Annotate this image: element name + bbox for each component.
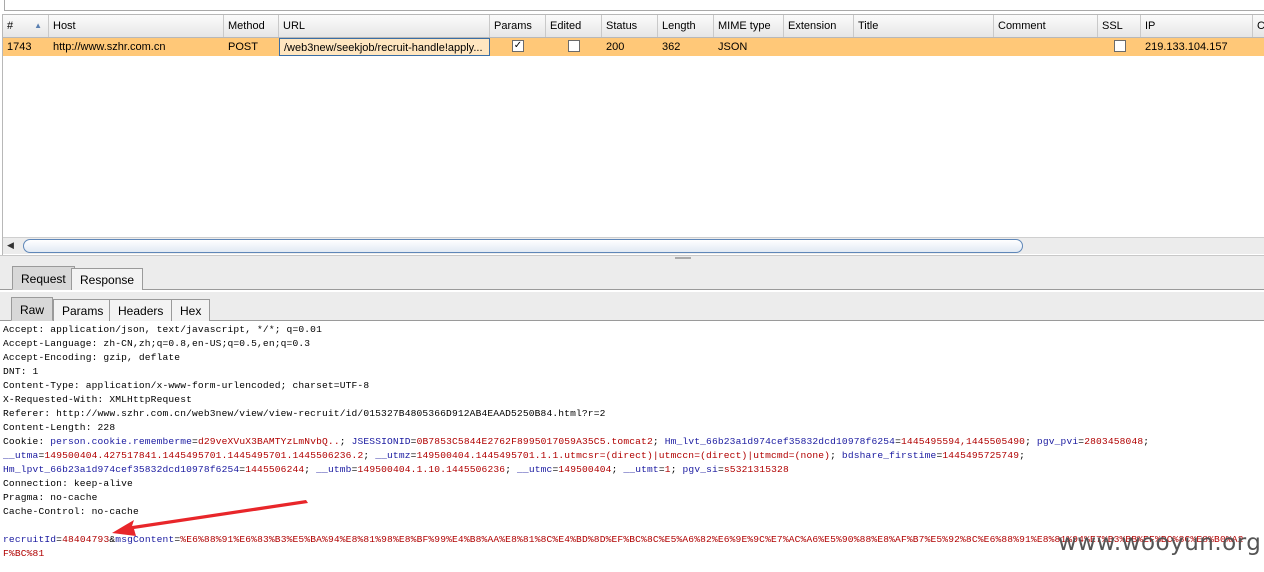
- cookie-key: person.cookie.rememberme: [50, 436, 193, 447]
- body-param-key: recruitId: [3, 534, 57, 545]
- column-header-title[interactable]: Title: [854, 15, 994, 37]
- cookie-key: Hm_lvt_66b23a1d974cef35832dcd10978f6254: [664, 436, 896, 447]
- header-dnt: DNT: 1: [3, 366, 39, 377]
- row-length: 362: [662, 41, 681, 53]
- cookie-value: 1445506244: [245, 464, 305, 475]
- column-header-cookies[interactable]: Co: [1253, 15, 1264, 37]
- divider-grip-icon: [675, 257, 691, 259]
- cookie-key: __utmc: [517, 464, 553, 475]
- row-extension: [784, 38, 854, 56]
- message-tabs: Request Response: [0, 262, 1264, 290]
- header-accept-encoding: Accept-Encoding: gzip, deflate: [3, 352, 181, 363]
- watermark: www.wooyun.org: [1058, 530, 1262, 556]
- cookie-value: 149500404.427517841.1445495701.144549570…: [44, 450, 364, 461]
- tab-response[interactable]: Response: [71, 268, 144, 290]
- header-cookie-line-3: Hm_lpvt_66b23a1d974cef35832dcd10978f6254…: [3, 464, 789, 475]
- tab-raw[interactable]: Raw: [11, 297, 54, 321]
- row-params: ✓: [490, 38, 546, 56]
- ssl-checkbox: [1113, 40, 1126, 53]
- row-edited: [546, 38, 602, 56]
- header-accept-language: Accept-Language: zh-CN,zh;q=0.8,en-US;q=…: [3, 338, 311, 349]
- request-body-line-2: F%BC%81: [3, 548, 45, 559]
- red-arrow-annotation: [112, 500, 308, 536]
- cookie-value: 1445495594,1445505490: [901, 436, 1026, 447]
- horizontal-scrollbar[interactable]: ◀: [3, 237, 1264, 254]
- column-header-ssl[interactable]: SSL: [1098, 15, 1141, 37]
- column-header-length[interactable]: Length: [658, 15, 714, 37]
- view-tabs: Raw Params Headers Hex: [0, 292, 1264, 321]
- row-comment: [994, 38, 1098, 56]
- cookie-key: bdshare_firstime: [841, 450, 937, 461]
- column-header-url[interactable]: URL: [279, 15, 490, 37]
- cookie-value: 1445495725749: [942, 450, 1020, 461]
- cookie-value: 149500404: [558, 464, 612, 475]
- edited-checkbox: [568, 40, 580, 53]
- column-header-comment[interactable]: Comment: [994, 15, 1098, 37]
- column-header-host[interactable]: Host: [49, 15, 224, 37]
- column-header-status[interactable]: Status: [602, 15, 658, 37]
- column-header-edited[interactable]: Edited: [546, 15, 602, 37]
- cookie-key: __utma: [3, 450, 39, 461]
- cookie-label: Cookie:: [3, 436, 51, 447]
- cookie-value: s5321315328: [723, 464, 789, 475]
- scroll-left-icon[interactable]: ◀: [7, 240, 14, 251]
- table-header: # ▲ Host Method URL Params Edited Status…: [3, 15, 1264, 38]
- row-method: POST: [228, 41, 258, 53]
- row-title: [854, 38, 994, 56]
- scrollbar-thumb[interactable]: [23, 239, 1023, 253]
- row-status: 200: [606, 41, 625, 53]
- header-cookie-line-1: Cookie: person.cookie.rememberme=d29veXV…: [3, 436, 1150, 447]
- column-header-mime-type[interactable]: MIME type: [714, 15, 784, 37]
- cookie-key: pgv_si: [682, 464, 718, 475]
- cookie-value: 2803458048: [1084, 436, 1144, 447]
- header-content-length: Content-Length: 228: [3, 422, 116, 433]
- proxy-history-table[interactable]: # ▲ Host Method URL Params Edited Status…: [2, 14, 1264, 256]
- header-pragma: Pragma: no-cache: [3, 492, 98, 503]
- header-connection: Connection: keep-alive: [3, 478, 133, 489]
- cookie-key: __utmb: [316, 464, 352, 475]
- cookie-value: d29veXVuX3BAMTYzLmNvbQ..: [197, 436, 340, 447]
- column-header-params[interactable]: Params: [490, 15, 546, 37]
- recruit-id-value: 48404793: [62, 534, 110, 545]
- column-header-extension[interactable]: Extension: [784, 15, 854, 37]
- cookie-key: JSESSIONID: [351, 436, 411, 447]
- header-content-type: Content-Type: application/x-www-form-url…: [3, 380, 370, 391]
- header-cookie-line-2: __utma=149500404.427517841.1445495701.14…: [3, 450, 1026, 461]
- sort-ascending-icon: ▲: [34, 21, 42, 30]
- row-ssl: [1098, 38, 1141, 56]
- header-accept: Accept: application/json, text/javascrip…: [3, 324, 322, 335]
- header-referer: Referer: http://www.szhr.com.cn/web3new/…: [3, 408, 606, 419]
- row-number: 1743: [7, 41, 32, 53]
- cookie-value: 1: [664, 464, 671, 475]
- cookie-value: 149500404.1.10.1445506236: [357, 464, 506, 475]
- params-checkbox-checked: ✓: [512, 40, 524, 53]
- cookie-key: Hm_lpvt_66b23a1d974cef35832dcd10978f6254: [3, 464, 240, 475]
- row-url-cell[interactable]: /web3new/seekjob/recruit-handle!apply...: [279, 38, 490, 56]
- column-header-ip[interactable]: IP: [1141, 15, 1253, 37]
- cookie-key: __utmt: [623, 464, 659, 475]
- row-ip: 219.133.104.157: [1145, 41, 1228, 53]
- tab-headers[interactable]: Headers: [109, 299, 173, 321]
- tab-request[interactable]: Request: [12, 266, 75, 290]
- table-row[interactable]: 1743 http://www.szhr.com.cn POST /web3ne…: [3, 38, 1264, 56]
- tab-hex[interactable]: Hex: [171, 299, 211, 321]
- cookie-value: 0B7853C5844E2762F8995017059A35C5.tomcat2: [416, 436, 653, 447]
- header-x-requested-with: X-Requested-With: XMLHttpRequest: [3, 394, 193, 405]
- row-mime-type: JSON: [718, 41, 748, 53]
- cookie-value: 149500404.1445495701.1.1.utmcsr=(direct)…: [416, 450, 831, 461]
- filter-bar[interactable]: [0, 0, 1264, 14]
- cookie-key: __utmz: [375, 450, 411, 461]
- tab-params[interactable]: Params: [53, 299, 113, 321]
- column-header-method[interactable]: Method: [224, 15, 279, 37]
- filter-bar-box[interactable]: [4, 0, 1264, 11]
- row-host: http://www.szhr.com.cn: [53, 41, 166, 53]
- cookie-key: pgv_pvi: [1036, 436, 1079, 447]
- column-header-number[interactable]: # ▲: [3, 15, 49, 37]
